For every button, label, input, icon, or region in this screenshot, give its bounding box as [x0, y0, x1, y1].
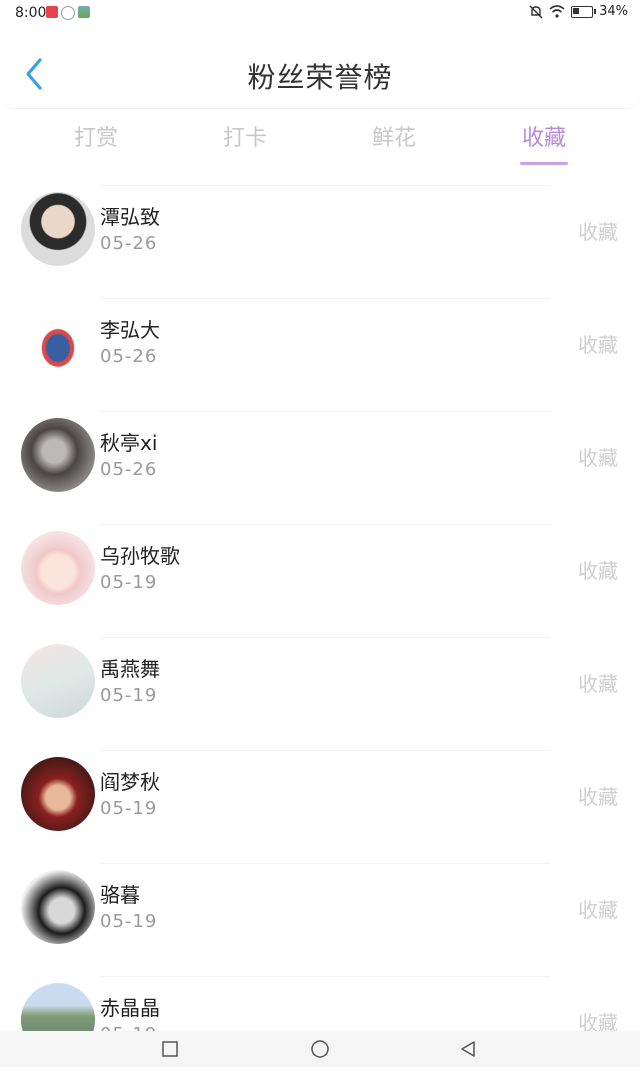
list-item[interactable]: 李弘大 05-26 收藏: [0, 298, 640, 411]
divider: [100, 863, 550, 864]
avatar: [21, 305, 95, 379]
tab-checkin[interactable]: 打卡: [195, 120, 295, 152]
back-nav-button[interactable]: [459, 1040, 477, 1062]
divider: [100, 976, 550, 977]
divider: [100, 298, 550, 299]
mute-bell-icon: [529, 5, 543, 18]
fan-name: 秋亭xi: [100, 431, 158, 455]
fan-name: 乌孙牧歌: [100, 544, 180, 568]
list-item[interactable]: 乌孙牧歌 05-19 收藏: [0, 524, 640, 637]
app-cat-icon: [61, 6, 75, 20]
fan-date: 05-19: [100, 685, 158, 706]
fan-name: 禹燕舞: [100, 657, 160, 681]
battery-icon: [571, 5, 597, 18]
list-item[interactable]: 禹燕舞 05-19 收藏: [0, 637, 640, 750]
divider: [100, 750, 550, 751]
list-item[interactable]: 潭弘致 05-26 收藏: [0, 185, 640, 298]
action-label: 收藏: [578, 785, 618, 809]
fan-date: 05-19: [100, 572, 158, 593]
tab-favorites[interactable]: 收藏: [494, 120, 594, 152]
fan-date: 05-19: [100, 911, 158, 932]
status-bar: 8:00 34%: [0, 0, 640, 26]
fan-name: 潭弘致: [100, 205, 160, 229]
list-item[interactable]: 骆暮 05-19 收藏: [0, 863, 640, 976]
divider: [100, 411, 550, 412]
active-tab-indicator: [520, 162, 568, 165]
tab-reward[interactable]: 打赏: [46, 120, 146, 152]
fan-date: 05-19: [100, 798, 158, 819]
fan-name: 骆暮: [100, 883, 140, 907]
tab-flowers[interactable]: 鲜花: [344, 120, 444, 152]
status-app-icons: [46, 6, 90, 20]
list-item[interactable]: 秋亭xi 05-26 收藏: [0, 411, 640, 524]
fan-name: 阎梦秋: [100, 770, 160, 794]
avatar: [21, 644, 95, 718]
recent-apps-button[interactable]: [161, 1040, 179, 1062]
avatar: [21, 418, 95, 492]
divider: [100, 637, 550, 638]
header: 粉丝荣誉榜: [0, 28, 640, 109]
fan-date: 05-26: [100, 233, 158, 254]
battery-percent: 34%: [599, 4, 628, 19]
app-red-icon: [46, 6, 58, 18]
avatar: [21, 757, 95, 831]
action-label: 收藏: [578, 559, 618, 583]
avatar: [21, 870, 95, 944]
divider: [100, 524, 550, 525]
fan-name: 赤晶晶: [100, 996, 160, 1020]
fan-date: 05-26: [100, 346, 158, 367]
back-triangle-icon: [461, 1041, 475, 1057]
list-item[interactable]: 阎梦秋 05-19 收藏: [0, 750, 640, 863]
status-time: 8:00: [15, 5, 47, 21]
home-circle-icon: [311, 1040, 329, 1058]
fan-name: 李弘大: [100, 318, 160, 342]
fan-date: 05-26: [100, 459, 158, 480]
avatar: [21, 192, 95, 266]
home-button[interactable]: [310, 1040, 330, 1064]
action-label: 收藏: [578, 446, 618, 470]
status-right: 34%: [529, 4, 628, 19]
action-label: 收藏: [578, 898, 618, 922]
action-label: 收藏: [578, 333, 618, 357]
action-label: 收藏: [578, 672, 618, 696]
page-title: 粉丝荣誉榜: [247, 61, 393, 94]
avatar: [21, 531, 95, 605]
system-nav-bar: [0, 1031, 640, 1067]
action-label: 收藏: [578, 220, 618, 244]
tab-bar: 打赏 打卡 鲜花 收藏: [0, 110, 640, 170]
wifi-icon: [549, 5, 565, 18]
divider: [100, 185, 550, 186]
recent-apps-square-icon: [162, 1041, 178, 1057]
app-photo-icon: [78, 6, 90, 18]
